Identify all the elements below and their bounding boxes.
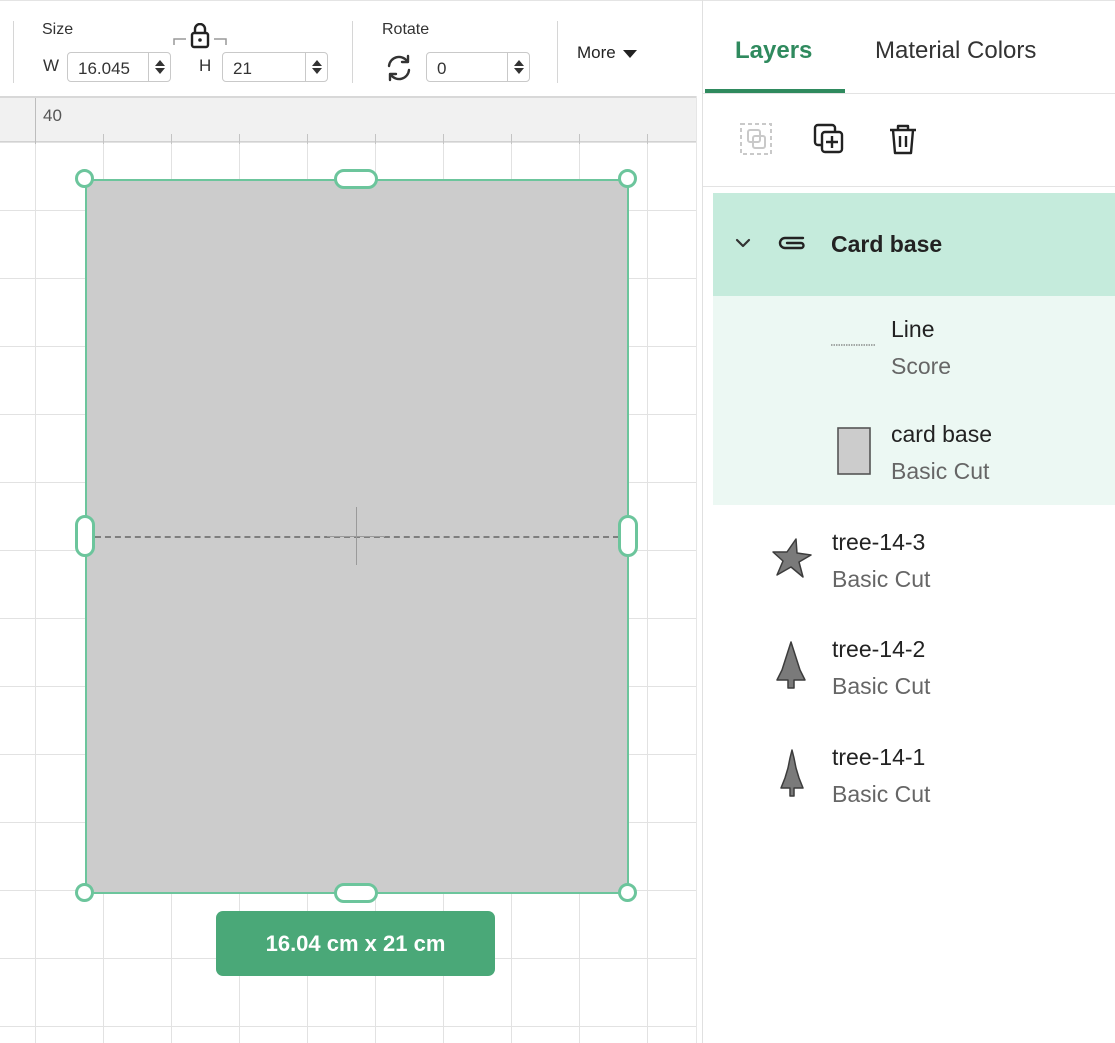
size-label: Size [42,21,74,38]
chevron-down-icon[interactable] [735,237,751,249]
ruler-tick [647,134,648,144]
ruler-tick [443,134,444,144]
layer-name: tree-14-2 [832,636,926,662]
trash-icon[interactable] [885,121,921,157]
resize-handle-left[interactable] [75,515,95,557]
height-prefix: H [199,56,212,75]
height-stepper[interactable] [305,53,327,81]
layer-operation: Basic Cut [891,458,990,484]
width-stepper[interactable] [148,53,170,81]
attach-icon [778,236,805,250]
layer-name: tree-14-3 [832,529,926,555]
layer-operation: Basic Cut [832,566,931,592]
resize-handle-bottom-left[interactable] [75,883,94,902]
more-label: More [577,43,616,62]
star-icon [772,538,812,578]
width-prefix: W [43,56,60,75]
tab-layers[interactable]: Layers [735,37,812,65]
tab-material-colors[interactable]: Material Colors [875,37,1036,65]
width-field[interactable]: 16.045 [67,52,171,82]
layer-name: card base [891,421,993,447]
design-canvas[interactable]: 40 16.04 cm x 21 cm [0,96,702,1043]
resize-handle-bottom[interactable] [334,883,378,903]
layer-row-card-base[interactable]: card base Basic Cut [713,401,1115,505]
rectangle-icon [837,427,871,475]
more-menu-button[interactable]: More [577,43,638,63]
stepper-arrows-icon [312,60,322,74]
height-field[interactable]: 21 [222,52,328,82]
resize-handle-top[interactable] [334,169,378,189]
ruler-tick [511,134,512,144]
score-line-icon [831,344,875,346]
ruler-tick [103,134,104,144]
resize-handle-top-left[interactable] [75,169,94,188]
rotate-field[interactable]: 0 [426,52,530,82]
layer-actions [703,95,1115,187]
active-tab-indicator [705,89,845,93]
group-icon[interactable] [738,121,774,157]
resize-handle-right[interactable] [618,515,638,557]
layer-row-tree-14-1[interactable]: tree-14-1 Basic Cut [713,730,1115,830]
selection-box [85,179,629,894]
ruler-tick [375,134,376,144]
ruler-major-tick [35,98,36,144]
toolbar-divider [13,21,14,83]
edit-toolbar: Size W 16.045 H 21 Rotate 0 More [0,0,702,96]
layer-row-tree-14-2[interactable]: tree-14-2 Basic Cut [713,622,1115,722]
rotate-value: 0 [437,59,447,78]
layer-name: tree-14-1 [832,744,926,770]
toolbar-divider [557,21,558,83]
layer-row-line[interactable]: Line Score [713,296,1115,401]
layer-name: Line [891,316,935,342]
duplicate-icon[interactable] [811,121,847,157]
tree-slim-icon [780,749,804,797]
aspect-lock-icon[interactable] [172,23,228,51]
ruler-tick [171,134,172,144]
ruler-tick [579,134,580,144]
stepper-arrows-icon [155,60,165,74]
ruler-tick [239,134,240,144]
width-value: 16.045 [78,59,130,78]
layer-operation: Basic Cut [832,673,931,699]
layer-row-tree-14-3[interactable]: tree-14-3 Basic Cut [713,515,1115,615]
layer-group-card-base[interactable]: Card base [713,193,1115,296]
caret-down-icon [623,49,638,58]
rotate-icon[interactable] [384,53,414,83]
stepper-arrows-icon [514,60,524,74]
ruler-tick [307,134,308,144]
resize-handle-top-right[interactable] [618,169,637,188]
rotate-stepper[interactable] [507,53,529,81]
layer-operation: Score [891,353,952,379]
rotate-label: Rotate [382,21,430,38]
panel-tabs: Layers Material Colors [703,0,1115,94]
tree-icon [776,641,806,689]
layers-panel: Layers Material Colors Card base Line Sc… [702,0,1115,1043]
ruler-label: 40 [43,106,62,125]
design-space-window: Size W 16.045 H 21 Rotate 0 More 40 16.0… [0,0,1115,1043]
top-ruler: 40 [0,96,697,144]
resize-handle-bottom-right[interactable] [618,883,637,902]
height-value: 21 [233,59,252,78]
layer-operation: Basic Cut [832,781,931,807]
group-name: Card base [831,231,943,257]
dimension-badge: 16.04 cm x 21 cm [216,911,495,976]
toolbar-divider [352,21,353,83]
